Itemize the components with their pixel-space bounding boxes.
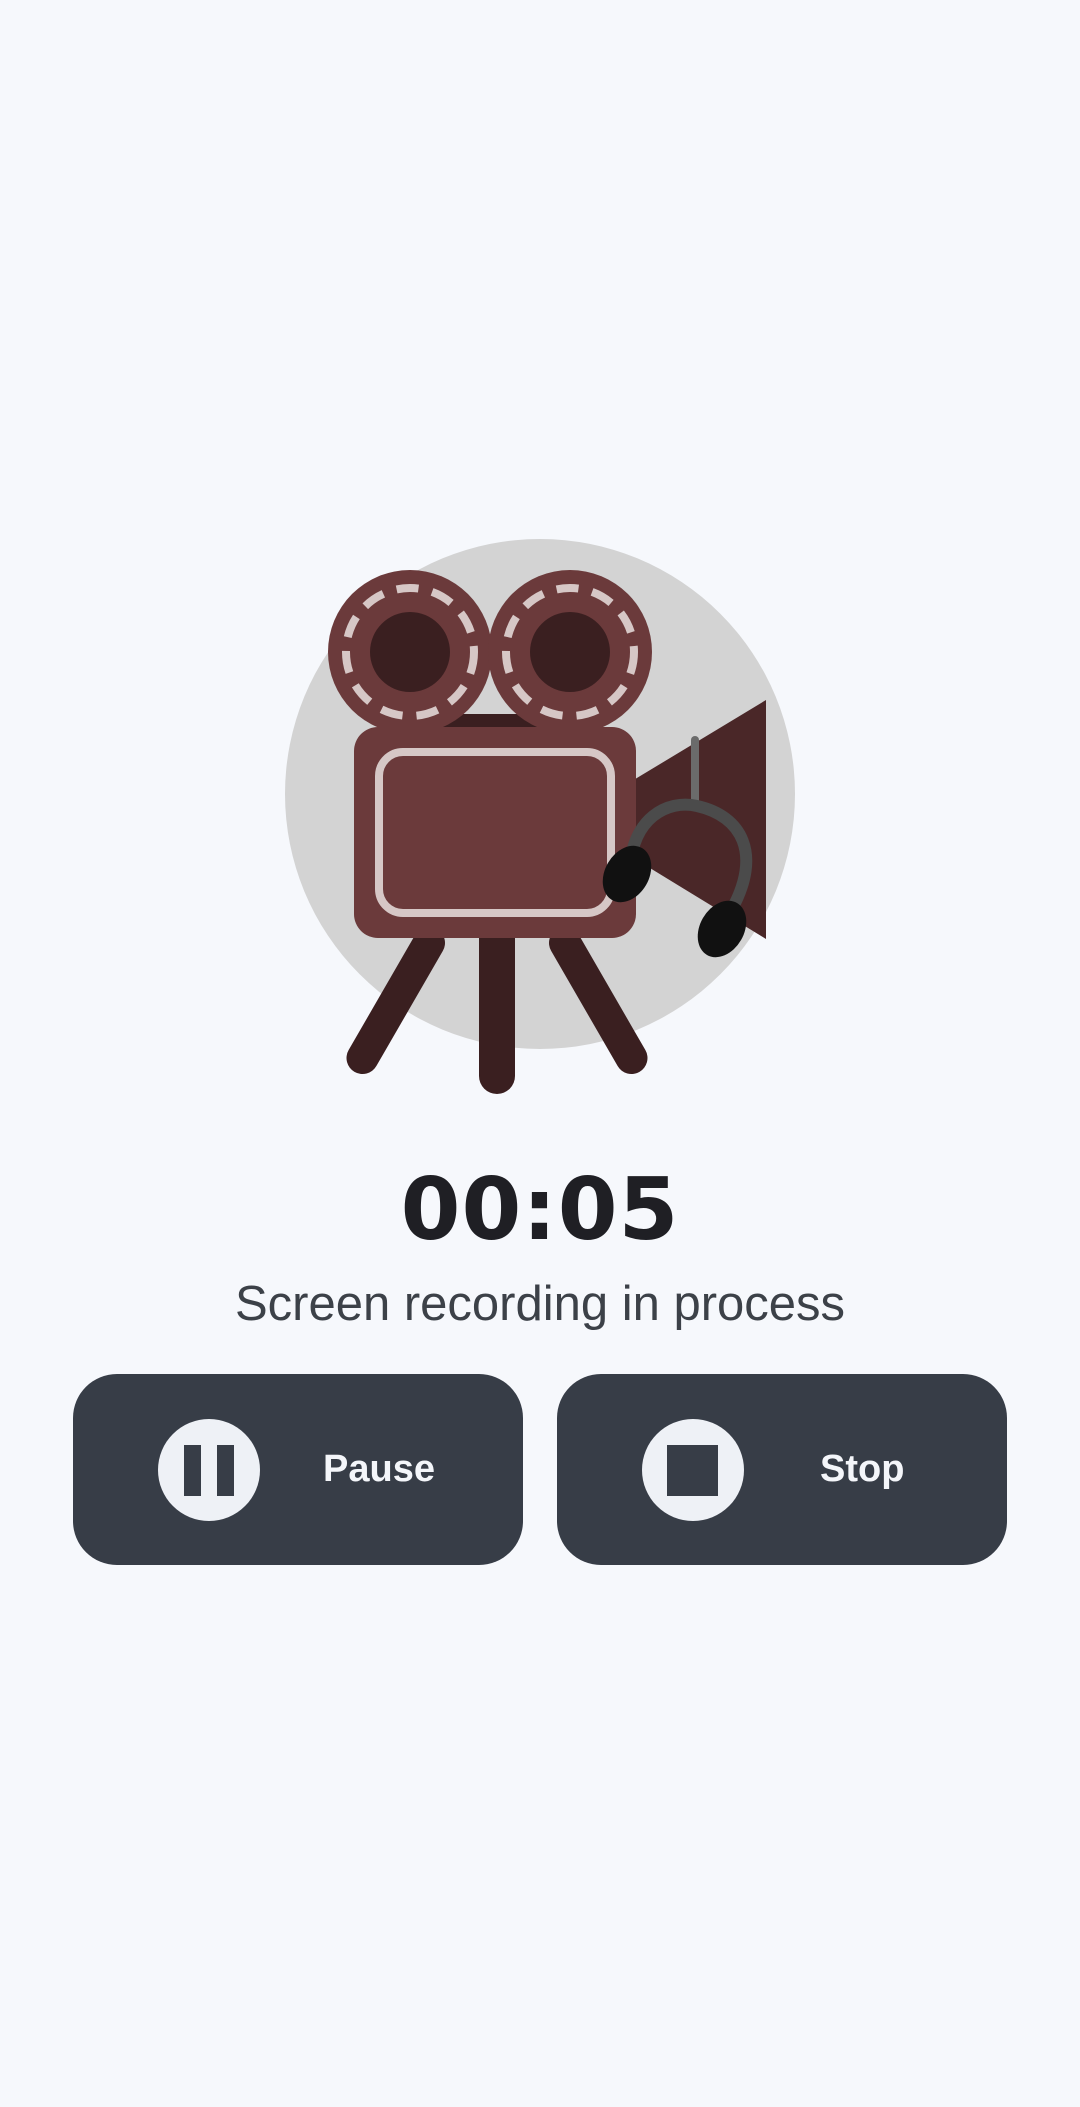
stop-label: Stop [820,1448,905,1490]
pause-button[interactable]: Pause [73,1374,523,1565]
pause-label: Pause [323,1448,435,1490]
screen-recording-screen: 00:05 Screen recording in process Pause … [0,0,1080,2107]
film-reel-right [488,570,652,734]
pause-bar-left [184,1445,201,1496]
film-reel-left [328,570,492,734]
recording-timer: 00:05 [400,1160,680,1260]
stop-icon [642,1419,744,1521]
pause-bar-right [217,1445,234,1496]
film-camera-illustration [285,539,795,1094]
stop-square [667,1445,718,1496]
stop-button[interactable]: Stop [557,1374,1007,1565]
pause-icon [158,1419,260,1521]
recording-status: Screen recording in process [234,1277,846,1331]
